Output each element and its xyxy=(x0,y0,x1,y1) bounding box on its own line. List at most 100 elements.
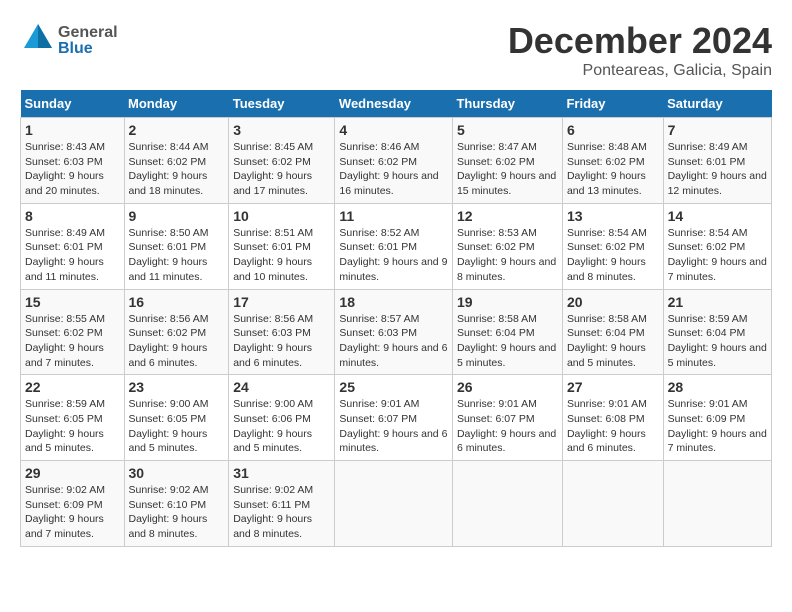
day-number: 10 xyxy=(233,208,330,224)
day-number: 17 xyxy=(233,294,330,310)
day-info: Sunrise: 8:57 AM Sunset: 6:03 PM Dayligh… xyxy=(339,312,448,371)
day-info: Sunrise: 9:00 AM Sunset: 6:06 PM Dayligh… xyxy=(233,397,330,456)
calendar-week-row: 22 Sunrise: 8:59 AM Sunset: 6:05 PM Dayli… xyxy=(21,375,772,461)
calendar-cell: 8 Sunrise: 8:49 AM Sunset: 6:01 PM Daylig… xyxy=(21,203,125,289)
day-info: Sunrise: 8:59 AM Sunset: 6:05 PM Dayligh… xyxy=(25,397,120,456)
day-number: 4 xyxy=(339,122,448,138)
day-info: Sunrise: 8:43 AM Sunset: 6:03 PM Dayligh… xyxy=(25,140,120,199)
calendar-cell: 19Sunrise: 8:58 AM Sunset: 6:04 PM Dayli… xyxy=(452,289,562,375)
calendar-cell: 31 Sunrise: 9:02 AM Sunset: 6:11 PM Dayli… xyxy=(229,461,335,547)
day-number: 25 xyxy=(339,379,448,395)
day-number: 24 xyxy=(233,379,330,395)
calendar-cell: 21 Sunrise: 8:59 AM Sunset: 6:04 PM Dayli… xyxy=(663,289,771,375)
day-number: 20 xyxy=(567,294,659,310)
calendar-cell: 1 Sunrise: 8:43 AM Sunset: 6:03 PM Daylig… xyxy=(21,118,125,204)
day-info: Sunrise: 8:56 AM Sunset: 6:03 PM Dayligh… xyxy=(233,312,330,371)
column-header-thursday: Thursday xyxy=(452,90,562,118)
calendar-cell: 12 Sunrise: 8:53 AM Sunset: 6:02 PM Dayli… xyxy=(452,203,562,289)
day-number: 26 xyxy=(457,379,558,395)
calendar-cell: 16 Sunrise: 8:56 AM Sunset: 6:02 PM Dayli… xyxy=(124,289,229,375)
logo-text: General Blue xyxy=(58,25,118,57)
day-number: 14 xyxy=(668,208,767,224)
day-info: Sunrise: 9:01 AM Sunset: 6:09 PM Dayligh… xyxy=(668,397,767,456)
logo: General Blue xyxy=(20,20,118,61)
day-info: Sunrise: 8:54 AM Sunset: 6:02 PM Dayligh… xyxy=(567,226,659,285)
day-number: 7 xyxy=(668,122,767,138)
day-number: 2 xyxy=(129,122,225,138)
day-number: 21 xyxy=(668,294,767,310)
calendar-cell: 9Sunrise: 8:50 AM Sunset: 6:01 PM Daylig… xyxy=(124,203,229,289)
calendar-week-row: 15 Sunrise: 8:55 AM Sunset: 6:02 PM Dayli… xyxy=(21,289,772,375)
calendar-week-row: 29 Sunrise: 9:02 AM Sunset: 6:09 PM Dayli… xyxy=(21,461,772,547)
day-number: 12 xyxy=(457,208,558,224)
calendar-cell xyxy=(452,461,562,547)
calendar-cell: 4 Sunrise: 8:46 AM Sunset: 6:02 PM Daylig… xyxy=(335,118,453,204)
calendar-cell: 23 Sunrise: 9:00 AM Sunset: 6:05 PM Dayli… xyxy=(124,375,229,461)
day-info: Sunrise: 8:44 AM Sunset: 6:02 PM Dayligh… xyxy=(129,140,225,199)
day-info: Sunrise: 9:00 AM Sunset: 6:05 PM Dayligh… xyxy=(129,397,225,456)
column-header-friday: Friday xyxy=(562,90,663,118)
day-number: 31 xyxy=(233,465,330,481)
day-info: Sunrise: 8:46 AM Sunset: 6:02 PM Dayligh… xyxy=(339,140,448,199)
calendar-cell: 24 Sunrise: 9:00 AM Sunset: 6:06 PM Dayli… xyxy=(229,375,335,461)
day-info: Sunrise: 8:53 AM Sunset: 6:02 PM Dayligh… xyxy=(457,226,558,285)
day-number: 5 xyxy=(457,122,558,138)
calendar-cell: 17 Sunrise: 8:56 AM Sunset: 6:03 PM Dayli… xyxy=(229,289,335,375)
day-number: 13 xyxy=(567,208,659,224)
day-number: 23 xyxy=(129,379,225,395)
day-info: Sunrise: 8:49 AM Sunset: 6:01 PM Dayligh… xyxy=(25,226,120,285)
day-number: 30 xyxy=(129,465,225,481)
logo-icon xyxy=(20,20,56,56)
calendar-cell: 20 Sunrise: 8:58 AM Sunset: 6:04 PM Dayli… xyxy=(562,289,663,375)
calendar-cell: 22 Sunrise: 8:59 AM Sunset: 6:05 PM Dayli… xyxy=(21,375,125,461)
day-number: 15 xyxy=(25,294,120,310)
day-info: Sunrise: 8:55 AM Sunset: 6:02 PM Dayligh… xyxy=(25,312,120,371)
day-number: 16 xyxy=(129,294,225,310)
day-info: Sunrise: 9:02 AM Sunset: 6:09 PM Dayligh… xyxy=(25,483,120,542)
day-info: Sunrise: 9:01 AM Sunset: 6:08 PM Dayligh… xyxy=(567,397,659,456)
day-number: 18 xyxy=(339,294,448,310)
calendar-cell: 11 Sunrise: 8:52 AM Sunset: 6:01 PM Dayli… xyxy=(335,203,453,289)
day-info: Sunrise: 8:47 AM Sunset: 6:02 PM Dayligh… xyxy=(457,140,558,199)
day-number: 22 xyxy=(25,379,120,395)
column-header-tuesday: Tuesday xyxy=(229,90,335,118)
calendar-cell xyxy=(663,461,771,547)
calendar-header-row: SundayMondayTuesdayWednesdayThursdayFrid… xyxy=(21,90,772,118)
calendar-cell: 3 Sunrise: 8:45 AM Sunset: 6:02 PM Daylig… xyxy=(229,118,335,204)
page-subtitle: Ponteareas, Galicia, Spain xyxy=(508,62,772,80)
day-info: Sunrise: 9:01 AM Sunset: 6:07 PM Dayligh… xyxy=(339,397,448,456)
page-title: December 2024 xyxy=(508,20,772,62)
day-info: Sunrise: 8:58 AM Sunset: 6:04 PM Dayligh… xyxy=(567,312,659,371)
column-header-sunday: Sunday xyxy=(21,90,125,118)
calendar-week-row: 1 Sunrise: 8:43 AM Sunset: 6:03 PM Daylig… xyxy=(21,118,772,204)
day-number: 1 xyxy=(25,122,120,138)
calendar-cell: 28Sunrise: 9:01 AM Sunset: 6:09 PM Dayli… xyxy=(663,375,771,461)
day-info: Sunrise: 8:52 AM Sunset: 6:01 PM Dayligh… xyxy=(339,226,448,285)
day-number: 11 xyxy=(339,208,448,224)
calendar-cell xyxy=(562,461,663,547)
day-info: Sunrise: 8:48 AM Sunset: 6:02 PM Dayligh… xyxy=(567,140,659,199)
calendar-cell: 2 Sunrise: 8:44 AM Sunset: 6:02 PM Daylig… xyxy=(124,118,229,204)
day-info: Sunrise: 8:56 AM Sunset: 6:02 PM Dayligh… xyxy=(129,312,225,371)
calendar-week-row: 8 Sunrise: 8:49 AM Sunset: 6:01 PM Daylig… xyxy=(21,203,772,289)
column-header-saturday: Saturday xyxy=(663,90,771,118)
calendar-cell: 5 Sunrise: 8:47 AM Sunset: 6:02 PM Daylig… xyxy=(452,118,562,204)
day-info: Sunrise: 8:54 AM Sunset: 6:02 PM Dayligh… xyxy=(668,226,767,285)
calendar-cell: 25 Sunrise: 9:01 AM Sunset: 6:07 PM Dayli… xyxy=(335,375,453,461)
calendar-cell: 30Sunrise: 9:02 AM Sunset: 6:10 PM Dayli… xyxy=(124,461,229,547)
day-info: Sunrise: 8:51 AM Sunset: 6:01 PM Dayligh… xyxy=(233,226,330,285)
day-info: Sunrise: 8:45 AM Sunset: 6:02 PM Dayligh… xyxy=(233,140,330,199)
day-number: 19 xyxy=(457,294,558,310)
day-info: Sunrise: 9:02 AM Sunset: 6:11 PM Dayligh… xyxy=(233,483,330,542)
day-number: 3 xyxy=(233,122,330,138)
logo-blue: Blue xyxy=(58,41,118,57)
day-number: 29 xyxy=(25,465,120,481)
day-number: 8 xyxy=(25,208,120,224)
column-header-monday: Monday xyxy=(124,90,229,118)
day-info: Sunrise: 8:59 AM Sunset: 6:04 PM Dayligh… xyxy=(668,312,767,371)
calendar-cell: 27Sunrise: 9:01 AM Sunset: 6:08 PM Dayli… xyxy=(562,375,663,461)
calendar-body: 1 Sunrise: 8:43 AM Sunset: 6:03 PM Daylig… xyxy=(21,118,772,547)
calendar-cell: 13 Sunrise: 8:54 AM Sunset: 6:02 PM Dayli… xyxy=(562,203,663,289)
calendar-cell: 6Sunrise: 8:48 AM Sunset: 6:02 PM Daylig… xyxy=(562,118,663,204)
page-header: General Blue December 2024 Ponteareas, G… xyxy=(20,20,772,80)
